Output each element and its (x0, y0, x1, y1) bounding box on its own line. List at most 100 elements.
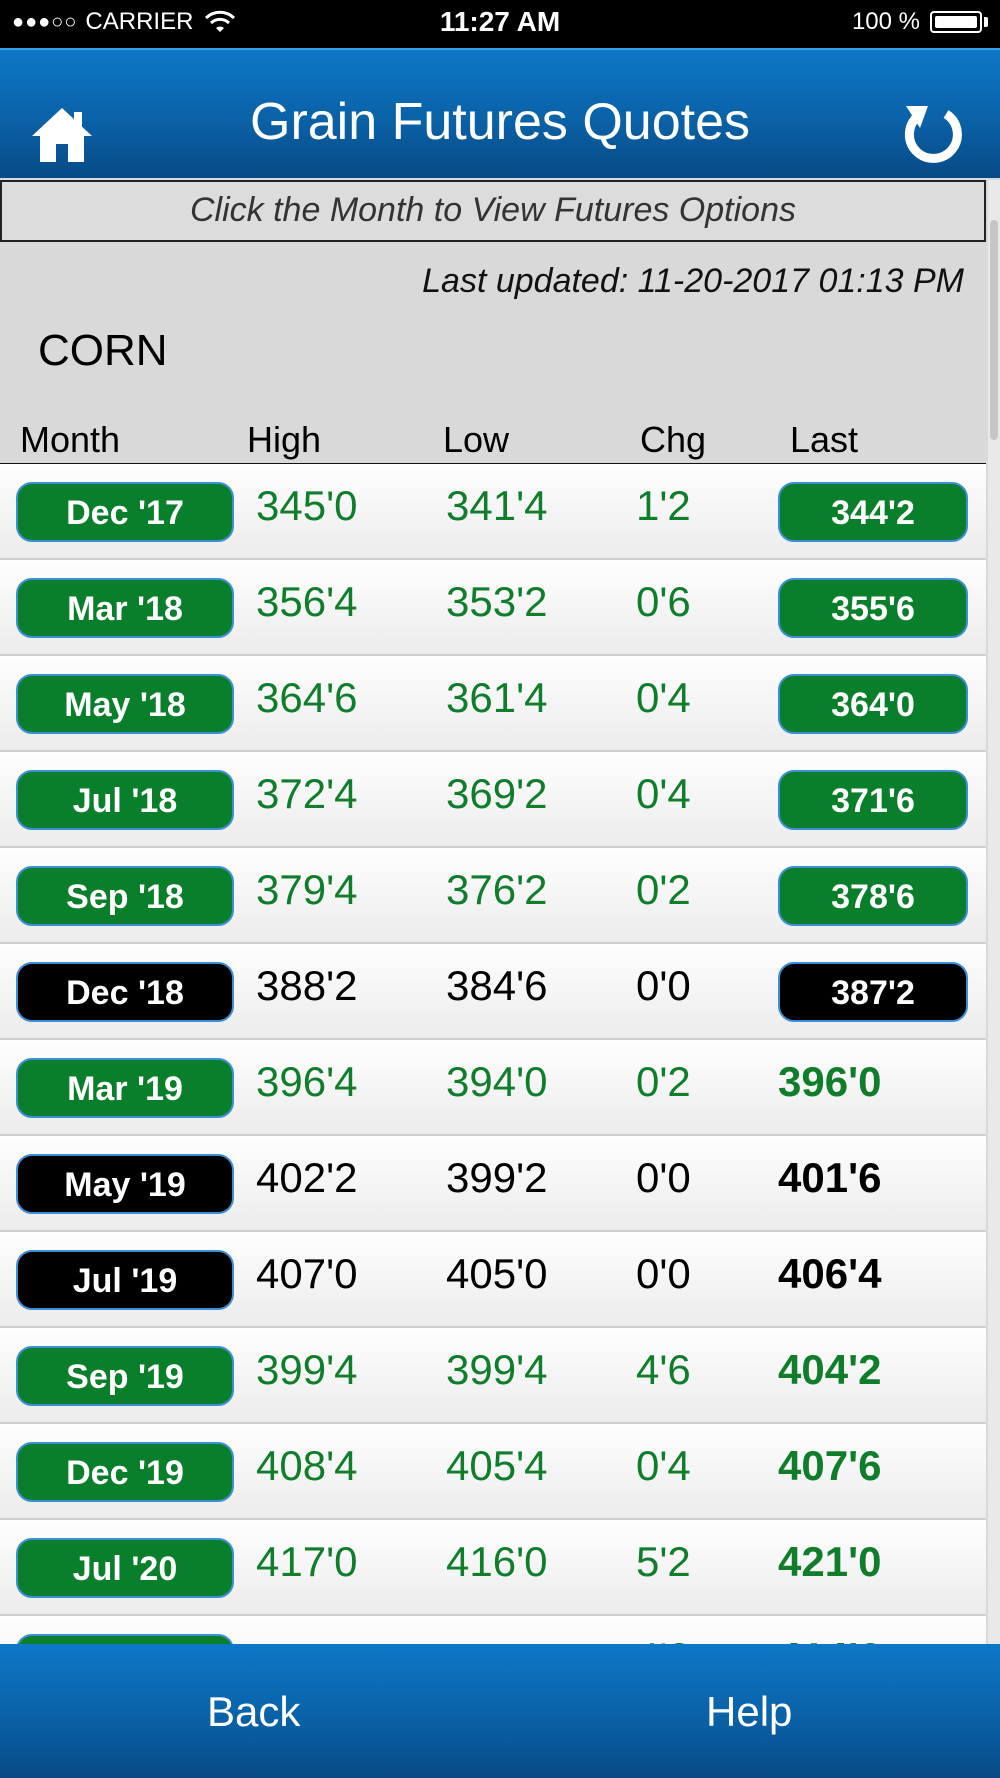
battery-tip (984, 17, 988, 27)
commodity-title: CORN (38, 326, 168, 375)
column-headers: Month High Low Chg Last (0, 415, 986, 465)
cell-high: 408'4 (256, 1442, 358, 1489)
last-updated-label: Last updated: 11-20-2017 01:13 PM (422, 262, 964, 300)
month-button[interactable]: May '19 (16, 1154, 234, 1214)
month-button[interactable]: Dec '18 (16, 962, 234, 1022)
col-header-month: Month (20, 419, 121, 460)
cell-chg: 0'2 (636, 866, 691, 913)
last-price-badge[interactable]: 387'2 (778, 962, 968, 1022)
back-button[interactable]: Back (207, 1688, 300, 1736)
cell-high: 402'2 (256, 1154, 358, 1201)
cell-chg: 5'2 (636, 1538, 691, 1585)
cell-chg: 4'6 (636, 1346, 691, 1393)
month-button[interactable]: Jul '18 (16, 770, 234, 830)
col-header-chg: Chg (640, 419, 707, 460)
cell-chg: 0'4 (636, 770, 691, 817)
cell-high: 364'6 (256, 674, 358, 721)
table-row: Jul '20 417'0 416'0 5'2 421'0 (0, 1520, 986, 1616)
cell-low: 384'6 (446, 962, 548, 1009)
status-time: 11:27 AM (439, 6, 561, 37)
cell-chg: 0'0 (636, 1250, 691, 1297)
cell-high: 379'4 (256, 866, 358, 913)
month-button[interactable]: Jul '20 (16, 1538, 234, 1598)
table-row: Jul '19 407'0 405'0 0'0 406'4 (0, 1232, 986, 1328)
battery-icon (930, 11, 982, 33)
table-row: Jul '18 372'4 369'2 0'4 371'6 (0, 752, 986, 848)
cell-low: 405'0 (446, 1250, 548, 1297)
cell-high: 407'0 (256, 1250, 358, 1297)
battery-percent: 100 % (851, 8, 920, 35)
bottom-toolbar: Back Help (0, 1644, 1000, 1778)
last-price: 404'2 (778, 1346, 882, 1393)
cell-low: 405'4 (446, 1442, 548, 1489)
last-price-badge[interactable]: 378'6 (778, 866, 968, 926)
app-header: Grain Futures Quotes (0, 48, 1000, 178)
table-row: Mar '19 396'4 394'0 0'2 396'0 (0, 1040, 986, 1136)
cell-low: 416'0 (446, 1538, 548, 1585)
cell-chg: 0'0 (636, 962, 691, 1009)
table-row: Dec '19 408'4 405'4 0'4 407'6 (0, 1424, 986, 1520)
cell-chg: 0'4 (636, 674, 691, 721)
month-button[interactable]: Sep '19 (16, 1346, 234, 1406)
table-row: Sep '19 399'4 399'4 4'6 404'2 (0, 1328, 986, 1424)
cell-low: 369'2 (446, 770, 548, 817)
cell-chg: 0'6 (636, 578, 691, 625)
month-button[interactable]: Jul '19 (16, 1250, 234, 1310)
status-right: 100 % (852, 8, 988, 36)
instruction-banner: Click the Month to View Futures Options (0, 180, 986, 242)
cell-low: 376'2 (446, 866, 548, 913)
cell-low: 399'2 (446, 1154, 548, 1201)
last-price: 407'6 (778, 1442, 882, 1489)
month-button[interactable]: Dec '19 (16, 1442, 234, 1502)
table-row: Dec '17 345'0 341'4 1'2 344'2 (0, 464, 986, 560)
page-title: Grain Futures Quotes (250, 93, 750, 151)
last-price-badge[interactable]: 364'0 (778, 674, 968, 734)
month-button[interactable]: Dec '17 (16, 482, 234, 542)
scrollbar-thumb[interactable] (990, 220, 998, 440)
table-row: Mar '18 356'4 353'2 0'6 355'6 (0, 560, 986, 656)
cell-low: 353'2 (446, 578, 548, 625)
month-button[interactable] (16, 1634, 234, 1644)
cell-chg: 0'4 (636, 1442, 691, 1489)
table-row: May '19 402'2 399'2 0'0 401'6 (0, 1136, 986, 1232)
last-price-badge[interactable]: 355'6 (778, 578, 968, 638)
cell-high: 417'0 (256, 1538, 358, 1585)
cell-low: 341'4 (446, 482, 548, 529)
status-bar: ●●●○○ CARRIER 11:27 AM 100 % (0, 0, 1000, 48)
cell-high: 372'4 (256, 770, 358, 817)
last-price: 421'0 (778, 1538, 882, 1585)
cell-chg: 4'2 (636, 1634, 691, 1644)
cell-low: 399'4 (446, 1346, 548, 1393)
cell-low: 394'0 (446, 1058, 548, 1105)
month-button[interactable]: May '18 (16, 674, 234, 734)
scrollbar[interactable] (988, 180, 1000, 1644)
last-price: 406'4 (778, 1250, 882, 1297)
col-header-last: Last (790, 419, 859, 460)
last-price: 401'6 (778, 1154, 882, 1201)
table-row: 4'2 414'6 (0, 1616, 986, 1644)
cell-high: 356'4 (256, 578, 358, 625)
col-header-high: High (247, 419, 322, 460)
cell-high: 388'2 (256, 962, 358, 1009)
month-button[interactable]: Sep '18 (16, 866, 234, 926)
cell-high: 345'0 (256, 482, 358, 529)
table-row: Dec '18 388'2 384'6 0'0 387'2 (0, 944, 986, 1040)
cell-chg: 0'0 (636, 1154, 691, 1201)
refresh-icon[interactable] (898, 100, 966, 168)
table-row: May '18 364'6 361'4 0'4 364'0 (0, 656, 986, 752)
month-button[interactable]: Mar '18 (16, 578, 234, 638)
last-price: 414'6 (778, 1634, 881, 1644)
cell-high: 399'4 (256, 1346, 358, 1393)
cell-chg: 1'2 (636, 482, 691, 529)
col-header-low: Low (443, 419, 510, 460)
last-price-badge[interactable]: 371'6 (778, 770, 968, 830)
help-button[interactable]: Help (706, 1688, 792, 1736)
last-price: 396'0 (778, 1058, 882, 1105)
quotes-table: Dec '17 345'0 341'4 1'2 344'2 Mar '18 35… (0, 464, 986, 1644)
month-button[interactable]: Mar '19 (16, 1058, 234, 1118)
table-row: Sep '18 379'4 376'2 0'2 378'6 (0, 848, 986, 944)
cell-high: 396'4 (256, 1058, 358, 1105)
cell-chg: 0'2 (636, 1058, 691, 1105)
cell-low: 361'4 (446, 674, 548, 721)
last-price-badge[interactable]: 344'2 (778, 482, 968, 542)
